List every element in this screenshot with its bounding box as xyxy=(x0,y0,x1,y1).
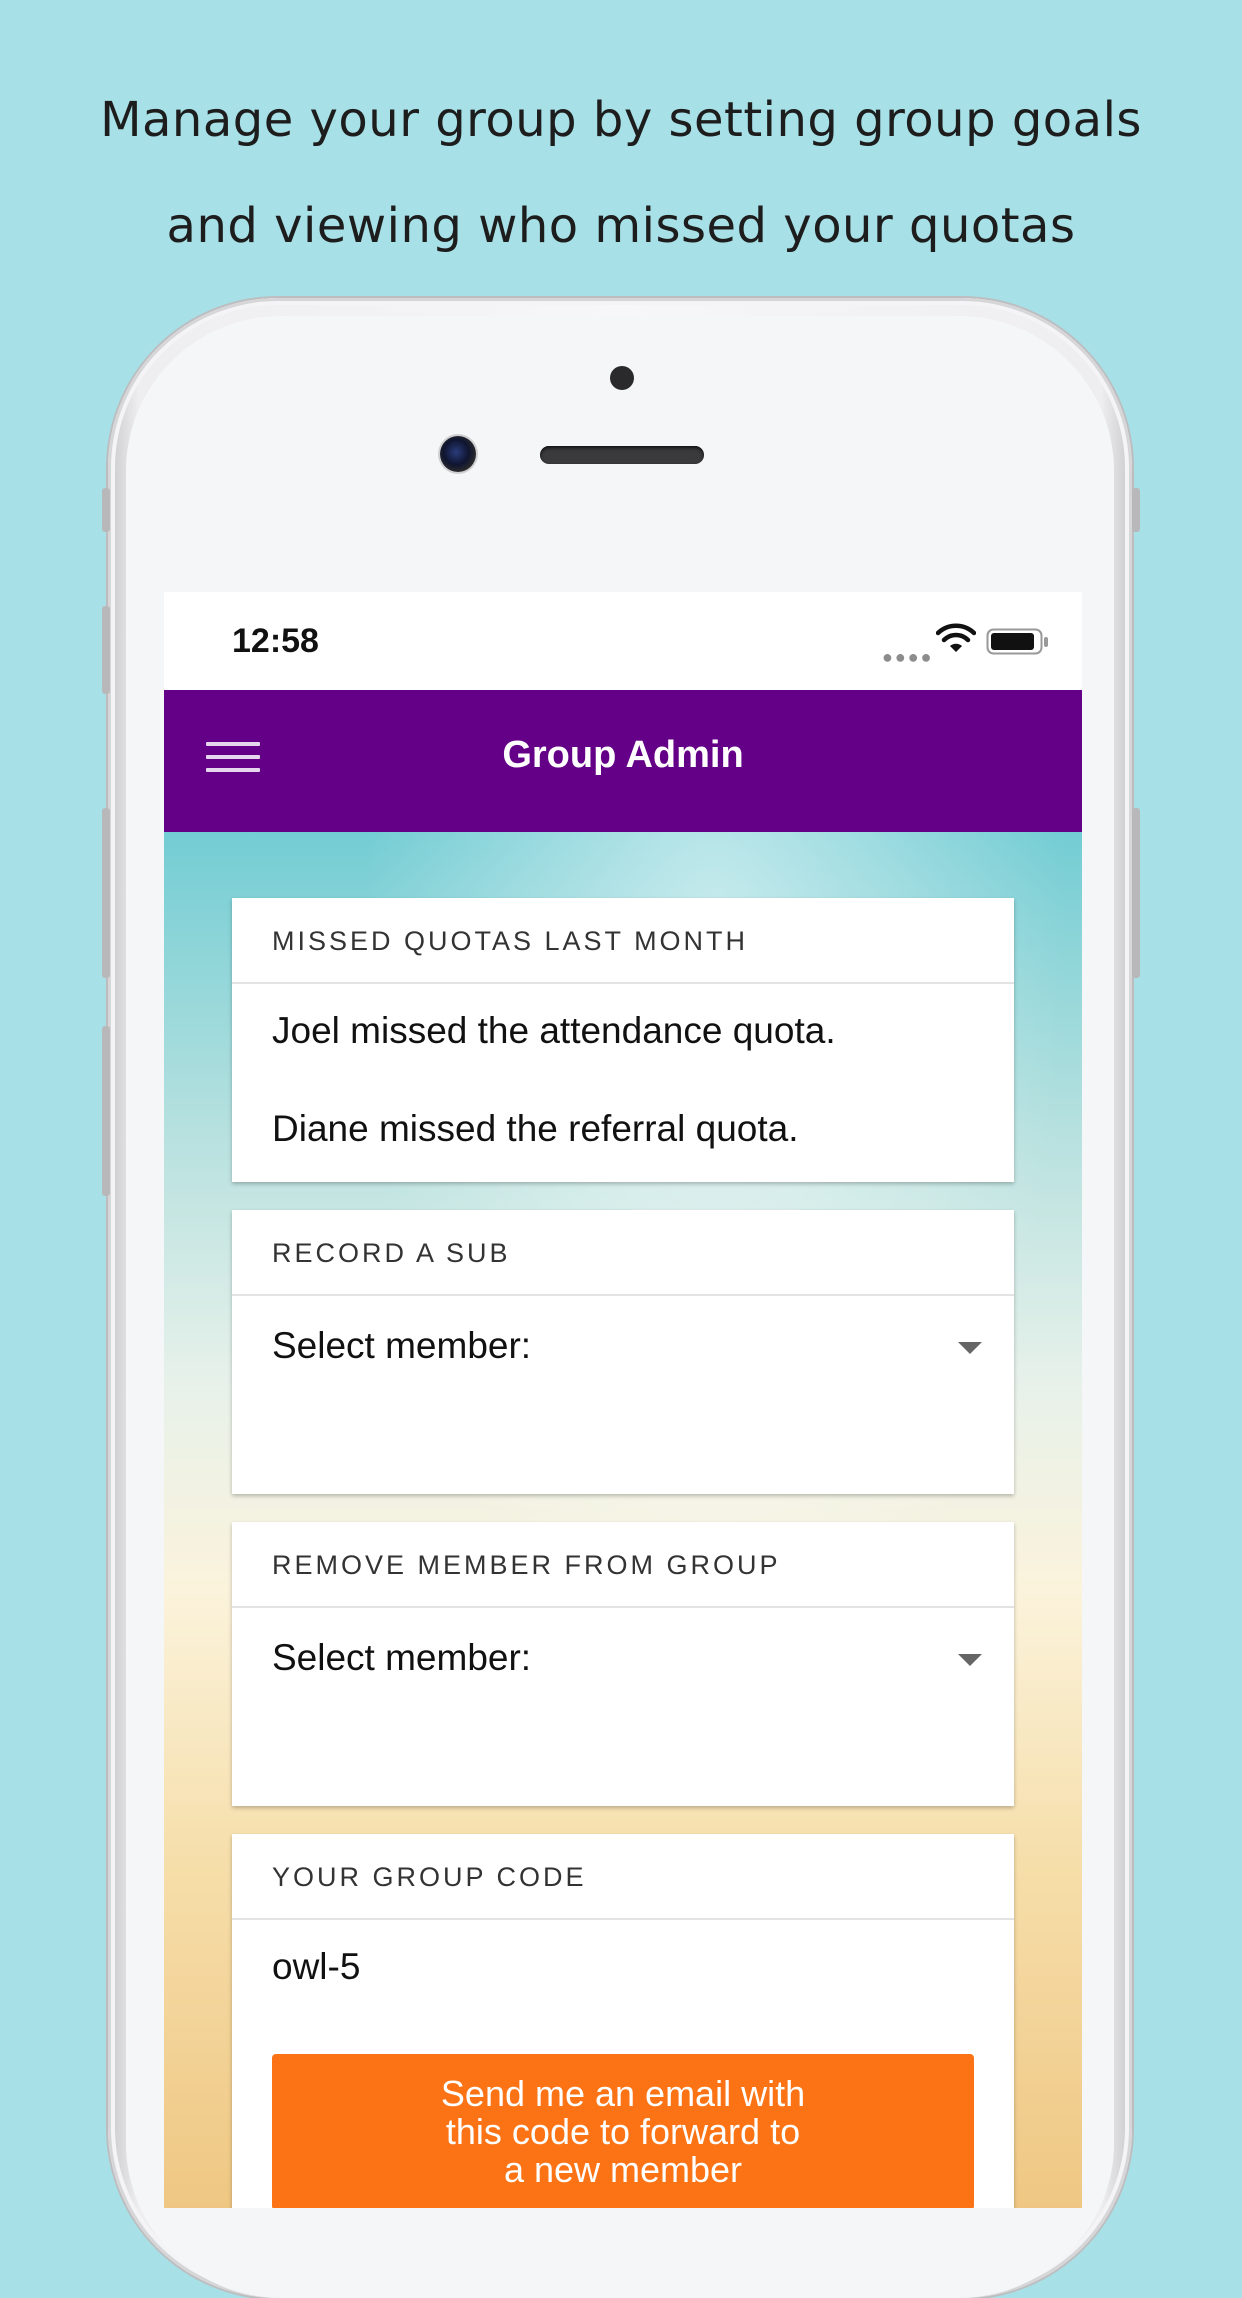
front-camera xyxy=(440,436,476,472)
remove-member-header: REMOVE MEMBER FROM GROUP xyxy=(232,1522,1014,1608)
caption-line-1: Manage your group by setting group goals xyxy=(100,92,1142,148)
remove-member-select[interactable]: Select member: xyxy=(232,1608,1014,1708)
missed-quota-item: Diane missed the referral quota. xyxy=(272,1108,799,1149)
proximity-sensor xyxy=(610,366,634,390)
send-code-email-button[interactable]: Send me an email with this code to forwa… xyxy=(272,2054,974,2208)
missed-quotas-card: MISSED QUOTAS LAST MONTH Joel missed the… xyxy=(232,898,1014,1182)
signal-dots-icon: ●●●● xyxy=(882,647,934,667)
side-button xyxy=(102,488,110,532)
earpiece-speaker xyxy=(540,446,704,464)
volume-up-button xyxy=(102,606,110,694)
group-code-card: YOUR GROUP CODE owl-5 Send me an email w… xyxy=(232,1834,1014,2208)
record-sub-member-select[interactable]: Select member: xyxy=(232,1296,1014,1396)
power-button-2 xyxy=(1132,808,1140,978)
caption-line-2: and viewing who missed your quotas xyxy=(166,198,1076,254)
record-sub-header: RECORD A SUB xyxy=(232,1210,1014,1296)
status-bar: 12:58 ●●●● xyxy=(164,592,1082,690)
group-code-header: YOUR GROUP CODE xyxy=(232,1834,1014,1920)
group-code-value: owl-5 xyxy=(272,1946,361,1987)
dropdown-caret-icon xyxy=(958,1342,982,1354)
status-time: 12:58 xyxy=(232,622,319,660)
remove-member-card: REMOVE MEMBER FROM GROUP Select member: xyxy=(232,1522,1014,1806)
dropdown-caret-icon xyxy=(958,1654,982,1666)
phone-screen: 12:58 ●●●● Group Admin MISSED QUOTAS LAS… xyxy=(164,592,1082,2208)
wifi-icon xyxy=(936,623,976,652)
record-sub-card: RECORD A SUB Select member: xyxy=(232,1210,1014,1494)
page-title: Group Admin xyxy=(502,734,744,776)
missed-quota-item: Joel missed the attendance quota. xyxy=(272,1010,836,1051)
power-button xyxy=(1132,488,1140,532)
app-bar: Group Admin xyxy=(164,690,1082,832)
remove-member-select-value: Select member: xyxy=(272,1637,532,1678)
content-area: MISSED QUOTAS LAST MONTH Joel missed the… xyxy=(164,832,1082,2208)
volume-down-button xyxy=(102,808,110,978)
mute-switch xyxy=(102,1026,110,1196)
missed-quotas-header: MISSED QUOTAS LAST MONTH xyxy=(232,898,1014,984)
battery-icon xyxy=(986,628,1048,655)
record-sub-select-value: Select member: xyxy=(272,1325,532,1366)
